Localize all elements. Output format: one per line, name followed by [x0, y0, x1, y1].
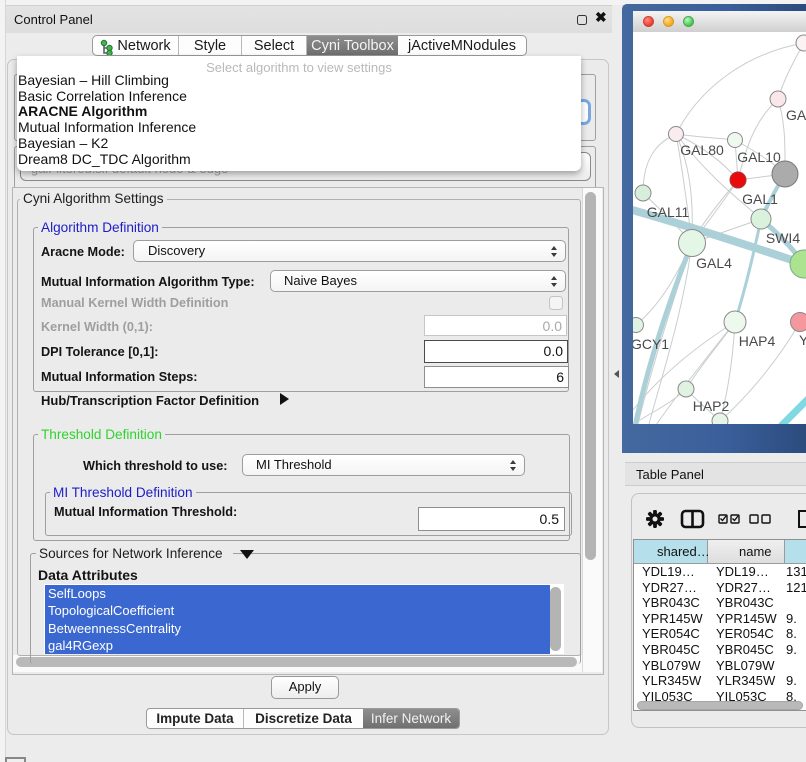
svg-text:GAL4: GAL4	[696, 255, 732, 271]
svg-text:HAP4: HAP4	[739, 333, 776, 349]
svg-text:SWI4: SWI4	[766, 230, 800, 246]
svg-text:GAL1: GAL1	[742, 191, 778, 207]
svg-text:GAL80: GAL80	[680, 142, 724, 158]
svg-text:GAL7: GAL7	[786, 107, 806, 123]
svg-text:Y: Y	[799, 332, 806, 348]
svg-text:GAL11: GAL11	[647, 204, 690, 220]
svg-text:GAL10: GAL10	[737, 149, 781, 165]
svg-text:HAP2: HAP2	[693, 398, 730, 414]
svg-text:GCY1: GCY1	[633, 336, 669, 352]
